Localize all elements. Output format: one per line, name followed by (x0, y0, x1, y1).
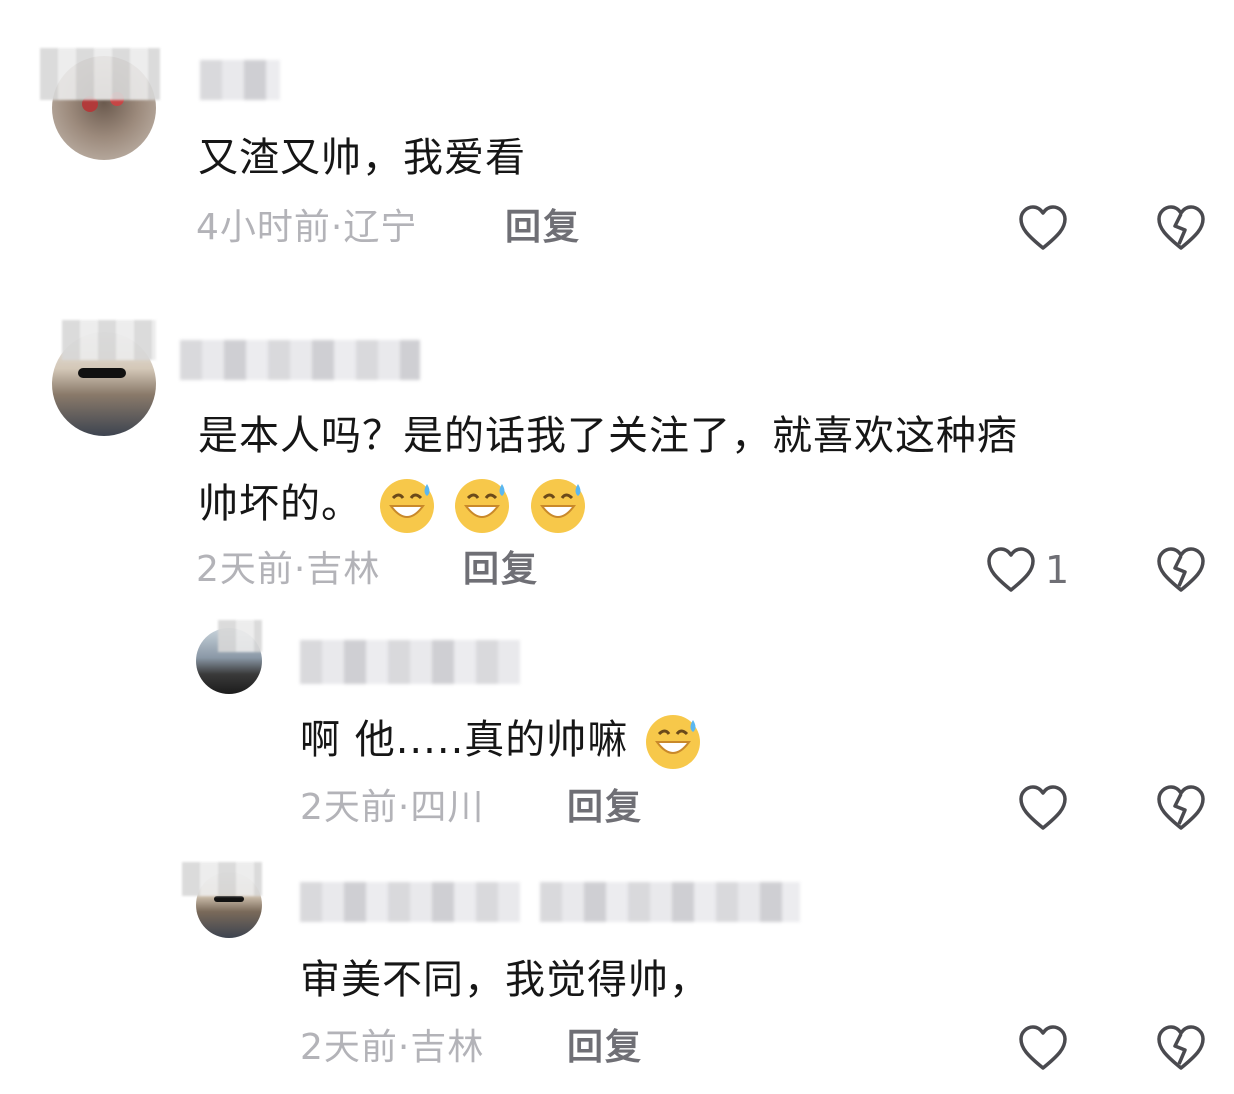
comment-meta: 2天前·吉林 (196, 549, 381, 590)
avatar-mosaic (40, 48, 160, 100)
reply-text: 审美不同，我觉得帅， (300, 957, 710, 1003)
username-redacted[interactable] (300, 640, 520, 684)
grinning-sweat-emoji (513, 479, 589, 533)
heart-outline-icon[interactable] (1017, 784, 1069, 832)
avatar-mosaic (182, 862, 262, 896)
reply-meta: 2天前·四川 (300, 787, 485, 828)
reply-button[interactable]: 回复 (567, 1026, 643, 1070)
username-redacted[interactable] (200, 60, 280, 100)
grinning-sweat-emoji (438, 479, 514, 533)
heart-outline-icon[interactable] (1017, 204, 1069, 252)
comment-text: 是本人吗？是的话我了关注了，就喜欢这种痞 帅坏的。 (198, 404, 1018, 536)
broken-heart-icon[interactable] (1155, 784, 1207, 832)
grinning-sweat-emoji (362, 479, 438, 533)
heart-outline-icon[interactable] (985, 546, 1037, 594)
broken-heart-icon[interactable] (1155, 546, 1207, 594)
comment-text: 又渣又帅，我爱看 (198, 135, 526, 181)
reply-button[interactable]: 回复 (505, 206, 581, 250)
reply-button[interactable]: 回复 (463, 548, 539, 592)
avatar-mosaic (62, 320, 156, 360)
username-redacted[interactable] (180, 340, 420, 380)
avatar-mosaic (218, 620, 262, 652)
username-redacted[interactable] (300, 882, 520, 922)
comment-meta: 4小时前·辽宁 (196, 207, 418, 248)
grinning-sweat-emoji (628, 715, 704, 769)
heart-outline-icon[interactable] (1017, 1024, 1069, 1072)
reply-to-username-redacted[interactable] (540, 882, 800, 922)
broken-heart-icon[interactable] (1155, 204, 1207, 252)
reply-meta: 2天前·吉林 (300, 1027, 485, 1068)
reply-text: 啊 他.....真的帅嘛 (300, 708, 704, 772)
reply-button[interactable]: 回复 (567, 786, 643, 830)
broken-heart-icon[interactable] (1155, 1024, 1207, 1072)
like-count: 1 (1045, 548, 1070, 592)
